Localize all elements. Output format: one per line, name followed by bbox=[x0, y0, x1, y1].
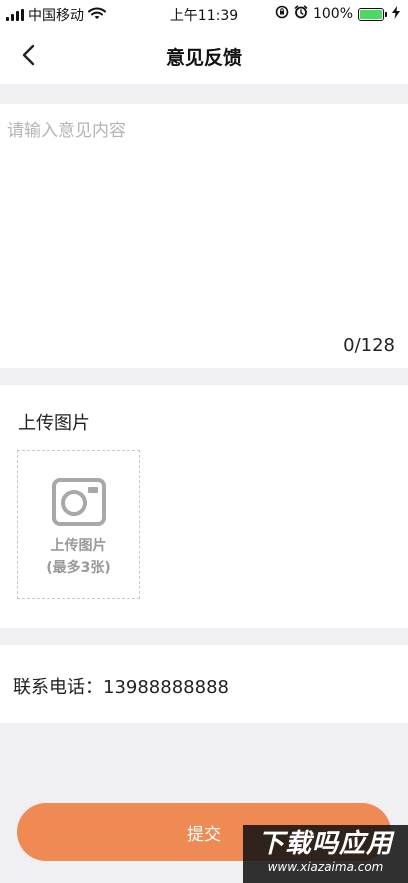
battery-fill bbox=[360, 9, 382, 19]
battery-percent: 100% bbox=[312, 6, 353, 22]
upload-box-label: 上传图片 bbox=[50, 538, 107, 554]
contact-section: 联系电话：13988888888 bbox=[0, 645, 408, 723]
upload-section: 上传图片 上传图片 (最多3张) bbox=[0, 385, 408, 628]
alarm-icon bbox=[294, 5, 308, 23]
feedback-input[interactable] bbox=[0, 104, 408, 324]
battery-icon bbox=[358, 7, 387, 21]
watermark-main: 下载吗应用 bbox=[257, 829, 393, 859]
upload-box-limit: (最多3张) bbox=[46, 560, 111, 576]
feedback-section: 0/128 bbox=[0, 104, 408, 368]
upload-title: 上传图片 bbox=[18, 413, 90, 434]
char-counter: 0/128 bbox=[343, 335, 395, 356]
watermark: 下载吗应用 www.xiazaima.com bbox=[243, 825, 408, 883]
upload-image-button[interactable]: 上传图片 (最多3张) bbox=[17, 450, 140, 599]
camera-icon bbox=[52, 478, 106, 526]
contact-phone: 联系电话：13988888888 bbox=[13, 677, 229, 698]
page-title: 意见反馈 bbox=[165, 47, 242, 69]
nav-bar: 意见反馈 bbox=[0, 28, 408, 84]
status-bar: 中国移动 上午11:39 100% bbox=[0, 0, 408, 28]
charging-icon bbox=[392, 5, 400, 23]
status-right: 100% bbox=[275, 5, 400, 23]
watermark-sub: www.xiazaima.com bbox=[267, 860, 384, 874]
rotation-lock-icon bbox=[275, 5, 289, 23]
